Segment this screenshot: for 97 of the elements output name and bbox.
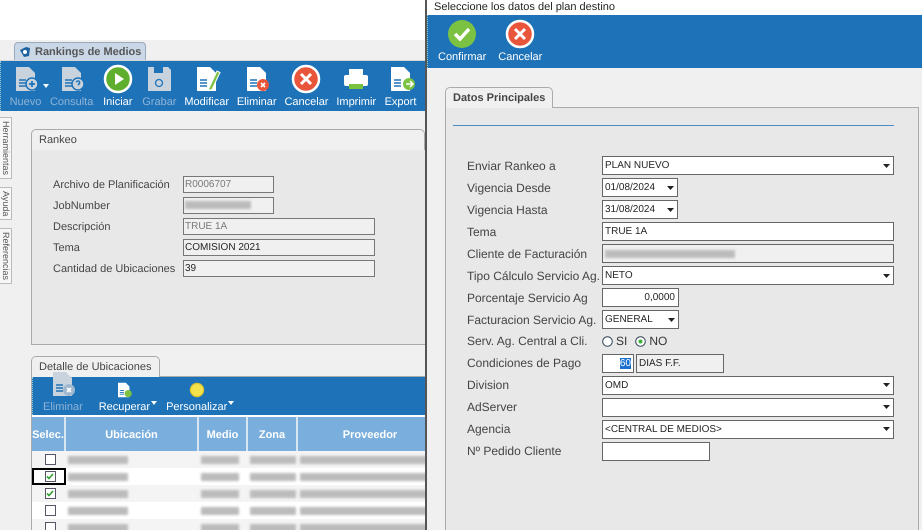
panel-tab[interactable]: Detalle de Ubicaciones [31,356,160,377]
dropdown-arrow-icon[interactable] [666,186,674,190]
text-field[interactable] [183,197,274,214]
redacted-text [68,456,128,464]
field-label: Vigencia Desde [467,180,552,194]
toolbar-button[interactable]: Iniciar [97,64,138,108]
field-label: Agencia [467,422,512,436]
field-label: Serv. Ag. Central a Cli. [467,334,588,348]
field-label: Descripción [53,220,112,232]
dropdown-arrow-icon[interactable] [882,405,890,409]
field-label: Vigencia Hasta [467,202,548,216]
field-label: Condiciones de Pago [467,356,582,370]
redacted-text [68,490,128,498]
toolbar-button[interactable]: Confirmar [434,19,490,68]
field-label: Tema [467,224,498,238]
field-label: Tipo Cálculo Servicio Ag. [467,268,601,282]
dropdown-arrow-icon[interactable] [882,383,890,387]
cancel-icon [505,19,536,49]
redacted-text [201,456,239,464]
side-tab[interactable]: Referencias [0,228,12,284]
field-label: Division [467,378,510,392]
radio-option[interactable]: NO [635,334,668,348]
toolbar-button[interactable]: Cancelar [280,64,332,108]
dialog-title: Seleccione los datos del plan destino [427,0,922,15]
redacted-text [250,524,296,530]
dropdown-caret-icon[interactable] [228,401,234,405]
dropdown-arrow-icon[interactable] [882,427,890,431]
dropdown-arrow-icon[interactable] [882,164,890,168]
dropdown-arrow-icon[interactable] [666,208,674,212]
redacted-text [201,506,239,514]
dropdown-field[interactable]: NETO [602,266,894,285]
days-field[interactable]: 60 [602,354,634,372]
field-label: JobNumber [53,200,111,212]
field-label: Cliente de Facturación [467,246,588,260]
toolbar-button[interactable]: Imprimir [332,64,380,108]
toolbar-button[interactable]: Eliminar [232,64,281,108]
redacted-text [250,472,296,480]
redacted-text [201,472,239,480]
panel-tab[interactable]: Datos Principales [445,87,554,108]
redacted-text [201,490,239,498]
field-label: Cantidad de Ubicaciones [53,262,176,274]
document-tab[interactable]: Rankings de Medios [14,42,146,60]
redacted-text [201,524,239,530]
toolbar-button[interactable]: Export [380,64,421,108]
dropdown-arrow-icon[interactable] [882,274,890,278]
field-label: AdServer [467,400,518,414]
toolbar-button[interactable]: Recuperar [94,381,154,413]
checkmark-icon [447,19,478,49]
field-label: Archivo de Planificación [53,178,171,190]
checkbox[interactable] [44,522,56,530]
table-cell[interactable] [32,451,66,468]
dropdown-field[interactable]: PLAN NUEVO [602,156,894,175]
play-icon [102,64,133,94]
cancel-icon [291,64,322,94]
side-tab[interactable]: Herramientas [0,117,12,180]
redacted-text [250,456,296,464]
radio-icon[interactable] [635,336,646,347]
date-field[interactable]: 31/08/2024 [602,200,678,219]
redacted-text [250,506,296,514]
redacted-text [68,506,128,514]
circle-icon [188,381,206,399]
dropdown-caret-icon[interactable] [151,401,158,405]
side-tab[interactable]: Ayuda [0,187,12,220]
checkbox[interactable] [44,488,56,499]
table-cell[interactable] [32,468,66,485]
checkbox[interactable] [44,505,56,516]
checkbox[interactable] [44,471,56,482]
text-field[interactable]: 39 [183,260,375,277]
document-arrow-icon [115,381,134,399]
toolbar-button[interactable]: Cancelar [494,19,546,68]
redacted-text [68,524,128,530]
dropdown-arrow-icon[interactable] [668,318,674,322]
field-label: Enviar Rankeo a [467,158,557,172]
radio-icon[interactable] [602,336,613,347]
dropdown-field[interactable]: OMD [602,376,894,394]
dropdown-field[interactable] [602,398,894,416]
toolbar-button[interactable]: Personalizar [162,381,232,413]
redacted-text [68,472,128,480]
dropdown-field[interactable]: <CENTRAL DE MEDIOS> [602,420,894,438]
field-label: Nº Pedido Cliente [467,444,562,458]
toolbar-button[interactable]: Modificar [180,64,233,108]
field-label: Tema [53,242,81,254]
radio-option[interactable]: SI [602,334,628,348]
date-field[interactable]: 01/08/2024 [602,178,678,197]
shield-icon [19,46,31,58]
checkbox[interactable] [44,454,56,465]
table-cell[interactable] [32,485,66,502]
field-label: Facturacion Servicio Ag. [467,312,598,326]
panel-tab[interactable]: Rankeo [31,129,425,150]
text-field[interactable]: COMISION 2021 [183,239,375,256]
terms-field: DIAS F.F. [636,354,724,372]
field-label: Porcentaje Servicio Ag [467,290,589,304]
number-field[interactable]: 0,0000 [602,288,679,307]
redacted-text [250,490,296,498]
dropdown-field[interactable]: GENERAL [602,310,679,329]
text-field[interactable]: TRUE 1A [602,222,894,241]
text-field[interactable] [602,442,710,460]
